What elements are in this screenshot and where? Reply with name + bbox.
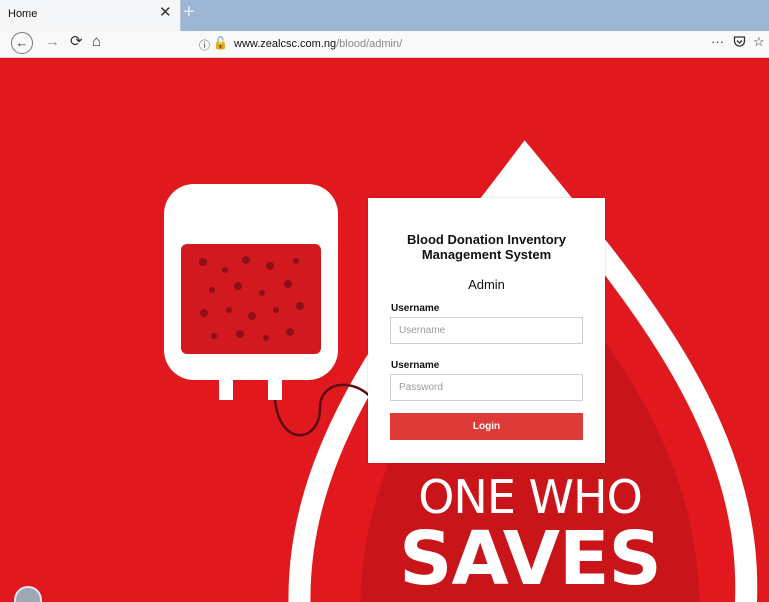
tab-strip: Home ✕ + [0,0,769,31]
banner-line2: SAVES [399,516,662,602]
close-icon[interactable]: ✕ [159,5,172,20]
page-title: Blood Donation Inventory Management Syst… [368,232,605,262]
url-host: www.zealcsc.com.ng [234,38,337,50]
url-path: /blood/admin/ [336,38,403,50]
username-label: Username [391,303,440,314]
password-input[interactable] [390,374,583,401]
forward-arrow-icon[interactable]: → [45,34,60,49]
star-icon[interactable]: ☆ [753,35,765,48]
title-line1: Blood Donation Inventory [407,232,566,247]
plus-icon[interactable]: + [183,2,195,22]
login-button[interactable]: Login [390,413,583,440]
back-arrow-icon[interactable]: ← [11,32,33,54]
title-line2: Management System [421,247,552,262]
pocket-icon[interactable] [733,35,746,50]
more-dots-icon[interactable]: ··· [711,35,724,48]
password-label: Username [391,360,440,371]
home-icon[interactable]: ⌂ [92,34,101,49]
username-input[interactable] [390,317,583,344]
url-text: www.zealcsc.com.ng/blood/admin/ [234,38,402,50]
page-content: ONE WHO SAVES Blood Donation Inventory M… [0,58,769,602]
insecure-lock-icon[interactable]: 🔓 [213,36,228,50]
info-icon[interactable]: ⓘ [199,37,210,53]
login-card: Blood Donation Inventory Management Syst… [368,198,605,463]
navigation-bar: ← → ⟳ ⌂ ⓘ 🔓 www.zealcsc.com.ng/blood/adm… [0,31,769,58]
card-subtitle: Admin [468,277,505,292]
tab-home[interactable]: Home ✕ [0,0,181,31]
tab-title: Home [8,8,38,20]
reload-icon[interactable]: ⟳ [70,34,83,49]
address-bar[interactable]: ⓘ 🔓 www.zealcsc.com.ng/blood/admin/ [196,34,686,54]
